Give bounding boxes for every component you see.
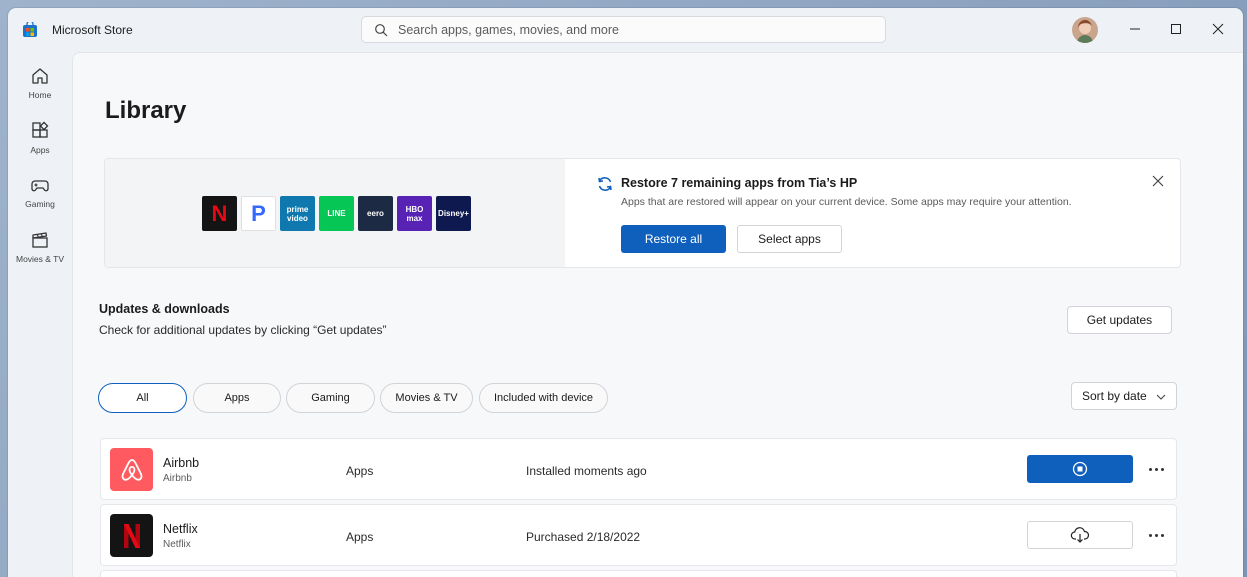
sidebar-item-apps[interactable]: Apps bbox=[8, 113, 72, 165]
updates-section-title: Updates & downloads bbox=[99, 302, 230, 316]
select-apps-button[interactable]: Select apps bbox=[737, 225, 842, 253]
user-avatar[interactable] bbox=[1072, 17, 1098, 43]
clapperboard-icon bbox=[32, 232, 48, 248]
filter-chip-apps[interactable]: Apps bbox=[193, 383, 281, 413]
more-options-button[interactable] bbox=[1145, 525, 1167, 545]
download-button[interactable] bbox=[1027, 521, 1133, 549]
library-row-next[interactable] bbox=[100, 570, 1177, 577]
maximize-button[interactable] bbox=[1161, 14, 1191, 44]
stop-icon bbox=[1072, 461, 1088, 477]
restore-banner: N Pprime video LINE eero HBO max Disney+ Rest… bbox=[104, 158, 1181, 268]
app-tile-pandora-icon: P bbox=[241, 196, 276, 231]
restore-all-button[interactable]: Restore all bbox=[621, 225, 726, 253]
cloud-download-icon bbox=[1070, 527, 1090, 543]
gamepad-icon bbox=[31, 180, 49, 192]
get-updates-button[interactable]: Get updates bbox=[1067, 306, 1172, 334]
sidebar-item-label: Apps bbox=[30, 145, 50, 155]
search-box[interactable] bbox=[361, 16, 886, 43]
filter-chip-movies-tv[interactable]: Movies & TV bbox=[380, 383, 473, 413]
app-category: Apps bbox=[346, 530, 374, 544]
close-icon bbox=[1212, 23, 1224, 35]
app-name: Airbnb bbox=[163, 456, 200, 470]
close-button[interactable] bbox=[1203, 14, 1233, 44]
netflix-logo-icon bbox=[110, 514, 153, 557]
filter-chip-gaming[interactable]: Gaming bbox=[286, 383, 375, 413]
apps-icon bbox=[32, 121, 49, 138]
app-tile-hbo-max-icon: HBO max bbox=[397, 196, 432, 231]
sort-dropdown[interactable]: Sort by date bbox=[1071, 382, 1177, 410]
maximize-icon bbox=[1171, 24, 1181, 34]
restore-description: Apps that are restored will appear on yo… bbox=[621, 196, 1072, 208]
app-tile-line-icon: LINE bbox=[319, 196, 354, 231]
sidebar-item-home[interactable]: Home bbox=[8, 58, 72, 110]
updates-section-description: Check for additional updates by clicking… bbox=[99, 323, 387, 337]
app-tile-disney-plus-icon: Disney+ bbox=[436, 196, 471, 231]
library-row-netflix[interactable]: Netflix Netflix Apps Purchased 2/18/2022 bbox=[100, 504, 1177, 566]
library-row-airbnb[interactable]: Airbnb Airbnb Apps Installed moments ago bbox=[100, 438, 1177, 500]
avatar-image-icon bbox=[1072, 17, 1098, 43]
app-tiles: N Pprime video LINE eero HBO max Disney+ bbox=[202, 196, 471, 231]
restore-app-preview: N Pprime video LINE eero HBO max Disney+ bbox=[105, 159, 565, 267]
sidebar-item-movies-tv[interactable]: Movies & TV bbox=[8, 222, 72, 274]
title-bar: Microsoft Store bbox=[8, 8, 1243, 52]
restore-sync-icon bbox=[598, 177, 612, 191]
filter-chip-included-with-device[interactable]: Included with device bbox=[479, 383, 608, 413]
app-publisher: Netflix bbox=[163, 539, 191, 550]
app-publisher: Airbnb bbox=[163, 473, 192, 484]
sidebar-item-label: Home bbox=[28, 90, 52, 100]
app-status: Purchased 2/18/2022 bbox=[526, 530, 641, 544]
dismiss-banner-close-icon[interactable] bbox=[1150, 173, 1166, 189]
page-title: Library bbox=[105, 97, 187, 124]
filter-chip-all[interactable]: All bbox=[98, 383, 187, 413]
restore-title: Restore 7 remaining apps from Tia’s HP bbox=[621, 176, 858, 190]
minimize-icon bbox=[1130, 28, 1140, 30]
sidebar-item-gaming[interactable]: Gaming bbox=[8, 167, 72, 219]
app-tile-netflix-icon: N bbox=[202, 196, 237, 231]
search-icon bbox=[375, 24, 388, 37]
app-tile-prime-video-icon: prime video bbox=[280, 196, 315, 231]
store-logo-icon bbox=[23, 22, 37, 37]
app-tile-eero-icon: eero bbox=[358, 196, 393, 231]
sort-label: Sort by date bbox=[1082, 389, 1147, 403]
airbnb-logo-icon bbox=[110, 448, 153, 491]
search-input[interactable] bbox=[398, 17, 868, 42]
app-status: Installed moments ago bbox=[526, 464, 647, 478]
store-window: Microsoft Store Search apps, games, movi… bbox=[8, 8, 1243, 577]
home-icon bbox=[32, 68, 48, 84]
sidebar-item-label: Movies & TV bbox=[15, 254, 65, 264]
sidebar: Home Apps Gaming Movies & TV bbox=[8, 52, 72, 577]
stop-install-button[interactable] bbox=[1027, 455, 1133, 483]
chevron-down-icon bbox=[1156, 394, 1166, 400]
app-category: Apps bbox=[346, 464, 374, 478]
main-content: Library N Pprime video LINE eero HBO max Disn… bbox=[72, 52, 1243, 577]
app-name: Netflix bbox=[163, 522, 198, 536]
sidebar-item-label: Gaming bbox=[25, 199, 55, 209]
minimize-button[interactable] bbox=[1120, 14, 1150, 44]
app-title: Microsoft Store bbox=[52, 23, 133, 37]
more-options-button[interactable] bbox=[1145, 459, 1167, 479]
